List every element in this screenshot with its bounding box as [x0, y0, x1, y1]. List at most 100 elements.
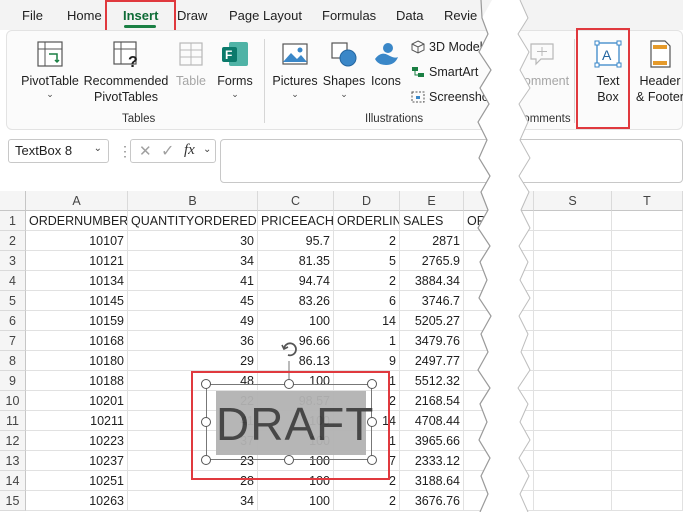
data-cell[interactable]: 30	[128, 231, 258, 251]
data-cell[interactable]: 45	[128, 291, 258, 311]
data-cell[interactable]: 5205.27	[400, 311, 464, 331]
row-header[interactable]: 9	[0, 371, 26, 391]
data-cell[interactable]	[464, 371, 534, 391]
data-cell[interactable]: 94.74	[258, 271, 334, 291]
data-cell[interactable]	[534, 411, 612, 431]
data-cell[interactable]: 100	[258, 491, 334, 511]
data-cell[interactable]	[464, 411, 534, 431]
text-box-button[interactable]: A Text Box	[585, 39, 631, 105]
data-cell[interactable]	[534, 471, 612, 491]
data-cell[interactable]: 10188	[26, 371, 128, 391]
header-cell[interactable]	[612, 211, 683, 231]
data-cell[interactable]	[534, 331, 612, 351]
insert-function-icon[interactable]: fx	[184, 142, 195, 159]
data-cell[interactable]: 2	[334, 231, 400, 251]
column-header[interactable]	[464, 191, 534, 211]
select-all-corner[interactable]	[0, 191, 26, 211]
data-cell[interactable]: 2333.12	[400, 451, 464, 471]
data-cell[interactable]	[612, 271, 683, 291]
pivottable-button[interactable]: PivotTable ⌄	[19, 39, 81, 99]
tab-draw[interactable]: Draw	[177, 8, 207, 23]
data-cell[interactable]	[612, 391, 683, 411]
tab-page-layout[interactable]: Page Layout	[229, 8, 302, 23]
data-cell[interactable]	[612, 451, 683, 471]
column-header[interactable]: T	[612, 191, 683, 211]
data-cell[interactable]	[612, 351, 683, 371]
resize-handle-bottom[interactable]	[284, 455, 294, 465]
data-cell[interactable]	[534, 391, 612, 411]
data-cell[interactable]: 36	[128, 331, 258, 351]
data-cell[interactable]	[464, 331, 534, 351]
header-cell[interactable]: SALES	[400, 211, 464, 231]
data-cell[interactable]	[612, 371, 683, 391]
data-cell[interactable]	[464, 451, 534, 471]
row-header[interactable]: 3	[0, 251, 26, 271]
data-cell[interactable]: 2168.54	[400, 391, 464, 411]
data-cell[interactable]	[534, 351, 612, 371]
data-cell[interactable]: 41	[128, 271, 258, 291]
header-cell[interactable]: OR	[464, 211, 534, 231]
row-header[interactable]: 1	[0, 211, 26, 231]
resize-handle-top-right[interactable]	[367, 379, 377, 389]
data-cell[interactable]: 34	[128, 491, 258, 511]
data-cell[interactable]: 95.7	[258, 231, 334, 251]
data-cell[interactable]	[534, 291, 612, 311]
header-cell[interactable]: QUANTITYORDERED	[128, 211, 258, 231]
data-cell[interactable]: 34	[128, 251, 258, 271]
data-cell[interactable]: 10134	[26, 271, 128, 291]
data-cell[interactable]	[464, 431, 534, 451]
data-cell[interactable]: 3965.66	[400, 431, 464, 451]
chevron-down-icon[interactable]: ⌄	[94, 143, 102, 154]
chevron-down-icon[interactable]: ⌄	[203, 144, 211, 155]
data-cell[interactable]	[612, 231, 683, 251]
data-cell[interactable]	[612, 331, 683, 351]
tab-home[interactable]: Home	[67, 8, 102, 23]
data-cell[interactable]: 100	[258, 471, 334, 491]
data-cell[interactable]	[464, 251, 534, 271]
data-cell[interactable]: 3884.34	[400, 271, 464, 291]
data-cell[interactable]: 28	[128, 471, 258, 491]
smartart-button[interactable]: SmartArt	[411, 65, 478, 79]
text-box-content[interactable]: DRAFT	[216, 399, 373, 449]
tab-insert[interactable]: Insert	[123, 8, 158, 23]
pictures-button[interactable]: Pictures ⌄	[270, 39, 320, 99]
data-cell[interactable]	[612, 411, 683, 431]
data-cell[interactable]: 10107	[26, 231, 128, 251]
header-cell[interactable]	[534, 211, 612, 231]
data-cell[interactable]: 5	[334, 251, 400, 271]
column-header[interactable]: C	[258, 191, 334, 211]
data-cell[interactable]	[464, 391, 534, 411]
column-header[interactable]: E	[400, 191, 464, 211]
forms-button[interactable]: F Forms ⌄	[213, 39, 257, 99]
data-cell[interactable]	[612, 311, 683, 331]
data-cell[interactable]: 2497.77	[400, 351, 464, 371]
data-cell[interactable]: 49	[128, 311, 258, 331]
tab-formulas[interactable]: Formulas	[322, 8, 376, 23]
data-cell[interactable]	[464, 471, 534, 491]
data-cell[interactable]	[534, 251, 612, 271]
data-cell[interactable]: 6	[334, 291, 400, 311]
header-cell[interactable]: ORDERNUMBER	[26, 211, 128, 231]
row-header[interactable]: 13	[0, 451, 26, 471]
data-cell[interactable]: 5512.32	[400, 371, 464, 391]
row-header[interactable]: 7	[0, 331, 26, 351]
column-header[interactable]: D	[334, 191, 400, 211]
3d-models-button[interactable]: 3D Models	[411, 40, 489, 54]
row-header[interactable]: 11	[0, 411, 26, 431]
data-cell[interactable]	[464, 231, 534, 251]
resize-handle-bottom-right[interactable]	[367, 455, 377, 465]
row-header[interactable]: 5	[0, 291, 26, 311]
data-cell[interactable]: 10237	[26, 451, 128, 471]
screenshot-button[interactable]: Screenshot	[411, 90, 492, 104]
data-cell[interactable]: 83.26	[258, 291, 334, 311]
data-cell[interactable]	[534, 271, 612, 291]
header-cell[interactable]: PRICEEACH	[258, 211, 334, 231]
row-header[interactable]: 12	[0, 431, 26, 451]
tab-data[interactable]: Data	[396, 8, 423, 23]
name-box-resize-handle[interactable]: ⋮	[118, 144, 132, 158]
row-header[interactable]: 2	[0, 231, 26, 251]
resize-handle-left[interactable]	[201, 417, 211, 427]
data-cell[interactable]: 14	[334, 311, 400, 331]
data-cell[interactable]	[534, 311, 612, 331]
row-header[interactable]: 6	[0, 311, 26, 331]
